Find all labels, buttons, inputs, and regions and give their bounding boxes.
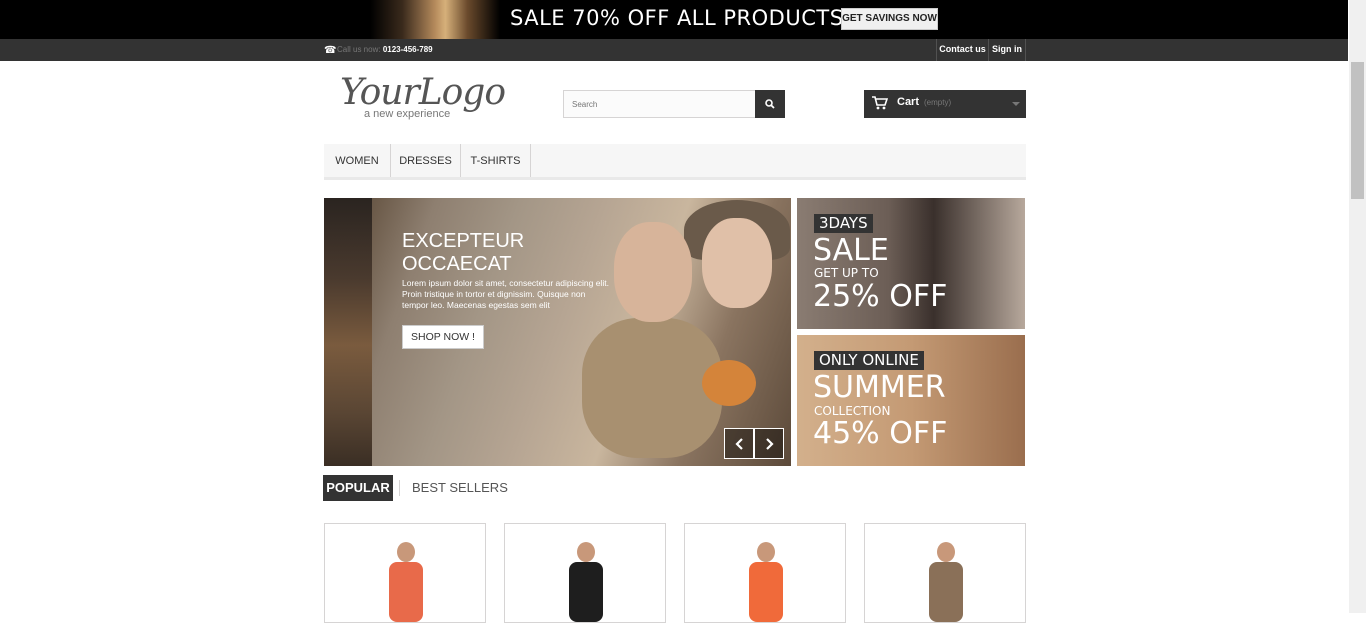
phone-prefix: Call us now: [337,45,381,54]
sign-in-link[interactable]: Sign in [988,39,1026,61]
scrollbar-thumb[interactable] [1351,62,1364,199]
contact-us-link[interactable]: Contact us [936,39,988,61]
site-logo[interactable]: YourLogo a new experience [340,72,510,124]
promo-banner[interactable]: SALE 70% OFF ALL PRODUCTS GET SAVINGS NO… [0,0,1348,39]
promo-text: SALE 70% OFF ALL PRODUCTS [510,6,844,30]
promo-box-sale[interactable]: 3DAYS SALE GET UP TO 25% OFF [797,198,1025,329]
menu-item-dresses[interactable]: DRESSES [391,144,461,177]
promo-model-image [370,0,500,39]
slider-image-scarf [582,318,722,458]
product-card[interactable] [504,523,666,623]
search-button[interactable] [755,90,785,118]
product-image [577,542,595,562]
menu-item-t-shirts[interactable]: T-SHIRTS [461,144,531,177]
slider-description: Lorem ipsum dolor sit amet, consectetur … [402,278,609,310]
slider-next-button[interactable] [754,428,784,459]
cart-icon [872,96,888,110]
promo-discount: 25% OFF [813,279,948,314]
product-image [929,562,963,622]
search-input[interactable] [563,90,756,118]
phone-number: 0123-456-789 [382,45,433,54]
product-card[interactable] [324,523,486,623]
promo-discount: 45% OFF [813,416,948,451]
cart-block[interactable]: Cart (empty) [864,90,1026,118]
slider-image-face [614,222,692,322]
product-image [749,562,783,622]
promo-tag: 3DAYS [814,214,873,233]
top-nav-bar: ☎Call us now: 0123-456-789 Contact us Si… [0,39,1348,61]
shop-now-button[interactable]: SHOP NOW ! [402,325,484,349]
slider-title: EXCEPTEUR OCCAECAT [402,230,524,276]
product-image [937,542,955,562]
product-card[interactable] [684,523,846,623]
chevron-right-icon [766,438,774,450]
chevron-left-icon [735,438,743,450]
homepage-slider[interactable]: EXCEPTEUR OCCAECAT Lorem ipsum dolor sit… [324,198,791,466]
tab-popular[interactable]: POPULAR [323,475,393,501]
page-scrollbar[interactable] [1349,0,1366,613]
tab-best-sellers[interactable]: BEST SELLERS [399,480,508,496]
product-image [397,542,415,562]
cart-status: (empty) [924,98,952,107]
slider-image-glove [702,360,756,406]
product-image [389,562,423,622]
cart-label: Cart [897,96,920,108]
phone-info: ☎Call us now: 0123-456-789 [324,43,433,57]
logo-tagline: a new experience [364,108,451,120]
product-image [757,542,775,562]
slider-image-man [324,198,372,466]
slider-title-line: EXCEPTEUR [402,230,525,252]
search-icon [765,99,775,109]
logo-wordmark: YourLogo [340,72,506,113]
product-card[interactable] [864,523,1026,623]
promo-headline: SUMMER [813,370,946,405]
phone-icon: ☎ [324,45,337,56]
promo-tag: ONLY ONLINE [814,351,924,370]
promo-headline: SALE [813,233,889,268]
get-savings-button[interactable]: GET SAVINGS NOW [841,8,938,30]
search-form [563,90,785,118]
menu-item-women[interactable]: WOMEN [324,144,391,177]
chevron-down-icon [1012,102,1020,106]
slider-prev-button[interactable] [724,428,754,459]
slider-title-line: OCCAECAT [402,253,512,275]
promo-subline: GET UP TO [814,266,879,280]
category-menu: WOMEN DRESSES T-SHIRTS [324,144,1026,180]
slider-image-face [702,218,772,308]
promo-box-summer[interactable]: ONLY ONLINE SUMMER COLLECTION 45% OFF [797,335,1025,466]
product-image [569,562,603,622]
